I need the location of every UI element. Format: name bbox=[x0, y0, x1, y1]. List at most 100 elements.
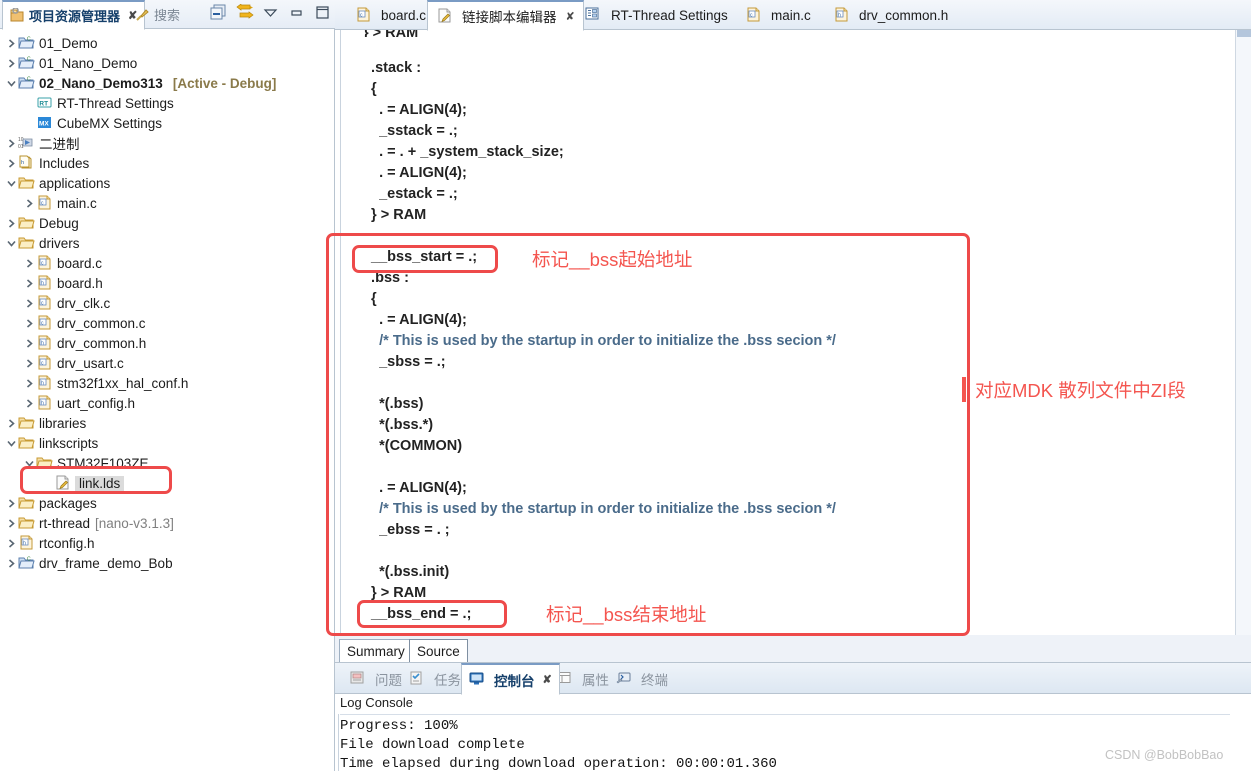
console-output: Progress: 100% File download complete Time… bbox=[340, 717, 777, 771]
chevron-right-icon[interactable] bbox=[4, 138, 18, 149]
tab-project-explorer[interactable]: 项目资源管理器 ✘ bbox=[2, 0, 146, 30]
chevron-right-icon[interactable] bbox=[4, 418, 18, 429]
linker-script-editor[interactable]: } > RAM .stack : { . = ALIGN(4); _sstack… bbox=[335, 30, 1251, 635]
bottom-tab-tasks[interactable]: 任务 bbox=[402, 663, 468, 694]
chevron-down-icon[interactable] bbox=[22, 458, 36, 469]
editor-tab-[interactable]: 链接脚本编辑器 ✘ bbox=[427, 0, 584, 31]
tree-item-label: main.c bbox=[57, 195, 97, 211]
collapse-all-icon[interactable] bbox=[210, 4, 227, 21]
project-explorer-toolbar bbox=[210, 3, 331, 21]
tree-item-packages[interactable]: packages bbox=[0, 493, 335, 513]
bottom-tab-problems[interactable]: 问题 bbox=[343, 663, 409, 694]
tree-item-label: RT-Thread Settings bbox=[57, 95, 174, 111]
tree-item-board-h[interactable]: h board.h bbox=[0, 273, 335, 293]
chevron-down-icon[interactable] bbox=[4, 438, 18, 449]
bottom-tab-console[interactable]: 控制台 ✘ bbox=[461, 663, 560, 695]
svg-text:h: h bbox=[41, 380, 44, 386]
tree-item-drv-common-h[interactable]: h drv_common.h bbox=[0, 333, 335, 353]
editor-tab-rt-thread-settings[interactable]: RT-Thread Settings bbox=[577, 0, 736, 30]
chevron-right-icon[interactable] bbox=[22, 298, 36, 309]
tree-item-label: 二进制 bbox=[39, 137, 80, 152]
rt-settings-icon bbox=[585, 7, 602, 23]
chevron-down-icon[interactable] bbox=[4, 238, 18, 249]
maximize-icon[interactable] bbox=[314, 4, 331, 21]
scrollbar-thumb[interactable] bbox=[1237, 30, 1251, 37]
svg-text:C: C bbox=[27, 56, 31, 62]
bss-start-annotation: 标记__bss起始地址 bbox=[532, 249, 693, 270]
chevron-right-icon[interactable] bbox=[4, 538, 18, 549]
tree-item-linkscripts[interactable]: linkscripts bbox=[0, 433, 335, 453]
zi-section-annotation: 对应MDK 散列文件中ZI段 bbox=[975, 380, 1186, 401]
code-line: *(.bss.init) bbox=[363, 564, 450, 580]
editor-vertical-scrollbar[interactable] bbox=[1235, 30, 1251, 635]
tree-item-cubemx-settings[interactable]: MX CubeMX Settings bbox=[0, 113, 335, 133]
console-line: Time elapsed during download operation: … bbox=[340, 756, 777, 771]
tree-item-02-nano-demo313[interactable]: C 02_Nano_Demo313 [Active - Debug] bbox=[0, 73, 335, 93]
close-icon[interactable]: ✘ bbox=[566, 10, 575, 23]
svg-text:C: C bbox=[27, 76, 31, 82]
chevron-right-icon[interactable] bbox=[22, 318, 36, 329]
tree-item-rtconfig-h[interactable]: h rtconfig.h bbox=[0, 533, 335, 553]
editor-tab-board-c[interactable]: c board.c bbox=[347, 0, 434, 30]
chevron-right-icon[interactable] bbox=[4, 558, 18, 569]
chevron-right-icon[interactable] bbox=[22, 198, 36, 209]
editor-tab-drv-common-h[interactable]: h drv_common.h bbox=[825, 0, 956, 30]
chevron-right-icon[interactable] bbox=[4, 498, 18, 509]
chevron-right-icon[interactable] bbox=[22, 358, 36, 369]
code-line: } > RAM bbox=[363, 207, 427, 223]
tree-item-label: drv_usart.c bbox=[57, 355, 124, 371]
chevron-down-icon[interactable] bbox=[4, 178, 18, 189]
tree-item-link-lds[interactable]: link.lds bbox=[0, 473, 335, 493]
tree-item-rt-thread-settings[interactable]: RT RT-Thread Settings bbox=[0, 93, 335, 113]
chevron-right-icon[interactable] bbox=[4, 58, 18, 69]
tree-item-applications[interactable]: applications bbox=[0, 173, 335, 193]
tree-item-includes[interactable]: h Includes bbox=[0, 153, 335, 173]
chevron-right-icon[interactable] bbox=[4, 158, 18, 169]
project-tree[interactable]: C 01_Demo C 01_Nano_Demo C 02_Nano_Demo313 [Ac… bbox=[0, 30, 335, 771]
tab-label: 项目资源管理器 bbox=[29, 9, 121, 24]
bottom-tab-properties[interactable]: 属性 bbox=[550, 663, 616, 694]
tree-item-[interactable]: 10 01 二进制 bbox=[0, 133, 335, 153]
tree-item-label: link.lds bbox=[75, 475, 125, 491]
tree-item-01-nano-demo[interactable]: C 01_Nano_Demo bbox=[0, 53, 335, 73]
tree-item-stm32f1xx-hal-conf-h[interactable]: h stm32f1xx_hal_conf.h bbox=[0, 373, 335, 393]
chevron-right-icon[interactable] bbox=[22, 278, 36, 289]
chevron-right-icon[interactable] bbox=[4, 38, 18, 49]
tree-item-drv-common-c[interactable]: c drv_common.c bbox=[0, 313, 335, 333]
close-icon[interactable]: ✘ bbox=[543, 673, 552, 686]
svg-text:h: h bbox=[21, 160, 24, 166]
lds-file-icon bbox=[54, 475, 71, 491]
tab-search[interactable]: 搜索 bbox=[128, 0, 187, 29]
code-line: . = ALIGN(4); bbox=[363, 165, 467, 181]
h-file-icon: h bbox=[36, 375, 53, 391]
chevron-right-icon[interactable] bbox=[22, 398, 36, 409]
chevron-right-icon[interactable] bbox=[22, 378, 36, 389]
tree-item-board-c[interactable]: c board.c bbox=[0, 253, 335, 273]
tree-item-drv-usart-c[interactable]: c drv_usart.c bbox=[0, 353, 335, 373]
chevron-right-icon[interactable] bbox=[22, 338, 36, 349]
chevron-right-icon[interactable] bbox=[4, 518, 18, 529]
tree-item-drivers[interactable]: drivers bbox=[0, 233, 335, 253]
tree-item-stm32f103ze[interactable]: STM32F103ZE bbox=[0, 453, 335, 473]
svg-text:C: C bbox=[27, 556, 31, 562]
tree-item-drv-clk-c[interactable]: c drv_clk.c bbox=[0, 293, 335, 313]
editor-tab-main-c[interactable]: c main.c bbox=[737, 0, 819, 30]
minimize-icon[interactable] bbox=[288, 4, 305, 21]
chevron-down-icon[interactable] bbox=[4, 78, 18, 89]
tree-item-libraries[interactable]: libraries bbox=[0, 413, 335, 433]
tree-item-uart-config-h[interactable]: h uart_config.h bbox=[0, 393, 335, 413]
tree-item-debug[interactable]: Debug bbox=[0, 213, 335, 233]
chevron-right-icon[interactable] bbox=[4, 218, 18, 229]
chevron-right-icon[interactable] bbox=[22, 258, 36, 269]
link-with-editor-icon[interactable] bbox=[236, 3, 254, 21]
bottom-tab-terminal[interactable]: 终端 bbox=[609, 663, 675, 694]
tab-source[interactable]: Source bbox=[409, 639, 468, 662]
tree-item-rt-thread[interactable]: rt-thread [nano-v3.1.3] bbox=[0, 513, 335, 533]
tree-item-01-demo[interactable]: C 01_Demo bbox=[0, 33, 335, 53]
tree-item-main-c[interactable]: c main.c bbox=[0, 193, 335, 213]
tab-summary[interactable]: Summary bbox=[339, 639, 413, 662]
tree-item-label: 02_Nano_Demo313 bbox=[39, 75, 163, 91]
tree-item-label: board.h bbox=[57, 275, 103, 291]
tree-item-drv-frame-demo-bob[interactable]: Cdrv_frame_demo_Bob bbox=[0, 553, 335, 573]
view-menu-icon[interactable] bbox=[262, 4, 279, 21]
